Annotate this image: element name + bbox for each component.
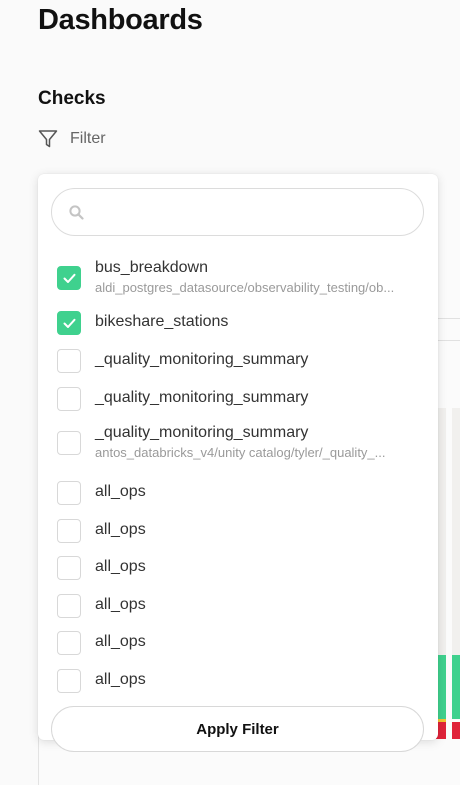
search-input[interactable] <box>96 199 410 227</box>
option-name: bikeshare_stations <box>95 313 229 330</box>
option-name: all_ops <box>95 671 146 688</box>
option-checkbox[interactable] <box>57 481 81 505</box>
option-path: aldi_postgres_datasource/observability_t… <box>95 280 395 295</box>
filter-toggle-button[interactable]: Filter <box>38 129 106 149</box>
apply-filter-button[interactable]: Apply Filter <box>51 706 424 752</box>
option-checkbox[interactable] <box>57 556 81 580</box>
filter-option[interactable]: bikeshare_stations <box>57 311 427 339</box>
filter-option[interactable]: all_ops <box>57 631 427 659</box>
option-checkbox[interactable] <box>57 311 81 335</box>
option-name: _quality_monitoring_summary <box>95 424 309 441</box>
option-checkbox[interactable] <box>57 387 81 411</box>
option-checkbox[interactable] <box>57 669 81 693</box>
background-chart-bar-fail <box>452 722 460 739</box>
option-name: all_ops <box>95 521 146 538</box>
filter-option[interactable]: all_ops <box>57 519 427 547</box>
filter-dropdown: bus_breakdown aldi_postgres_datasource/ob… <box>38 174 438 752</box>
option-name: all_ops <box>95 558 146 575</box>
filter-option[interactable]: _quality_monitoring_summary <box>57 349 427 377</box>
option-checkbox[interactable] <box>57 349 81 373</box>
option-checkbox[interactable] <box>57 519 81 543</box>
option-name: all_ops <box>95 633 146 650</box>
option-name: _quality_monitoring_summary <box>95 389 309 406</box>
option-name: all_ops <box>95 483 146 500</box>
filter-label: Filter <box>70 130 106 147</box>
option-path: antos_databricks_v4/unity catalog/tyler/… <box>95 445 386 460</box>
filter-option[interactable]: all_ops <box>57 669 427 697</box>
option-name: bus_breakdown <box>95 259 208 276</box>
filter-option[interactable]: _quality_monitoring_summary <box>57 387 427 415</box>
option-checkbox[interactable] <box>57 631 81 655</box>
filter-option[interactable]: all_ops <box>57 594 427 622</box>
section-title-checks: Checks <box>38 88 106 109</box>
filter-option[interactable]: all_ops <box>57 556 427 584</box>
option-name: all_ops <box>95 596 146 613</box>
option-checkbox[interactable] <box>57 594 81 618</box>
option-checkbox[interactable] <box>57 431 81 455</box>
filter-option[interactable]: bus_breakdown aldi_postgres_datasource/ob… <box>57 259 427 302</box>
option-name: _quality_monitoring_summary <box>95 351 309 368</box>
option-checkbox[interactable] <box>57 266 81 290</box>
background-chart-bar-pass <box>452 655 460 719</box>
filter-option[interactable]: all_ops <box>57 481 427 509</box>
filter-funnel-icon <box>38 129 58 149</box>
dashboards-page: Dashboards Checks Filter bus_breakdown a… <box>0 0 460 785</box>
page-title: Dashboards <box>38 4 203 36</box>
search-field[interactable] <box>51 188 424 236</box>
filter-option[interactable]: _quality_monitoring_summary antos_databri… <box>57 424 427 467</box>
